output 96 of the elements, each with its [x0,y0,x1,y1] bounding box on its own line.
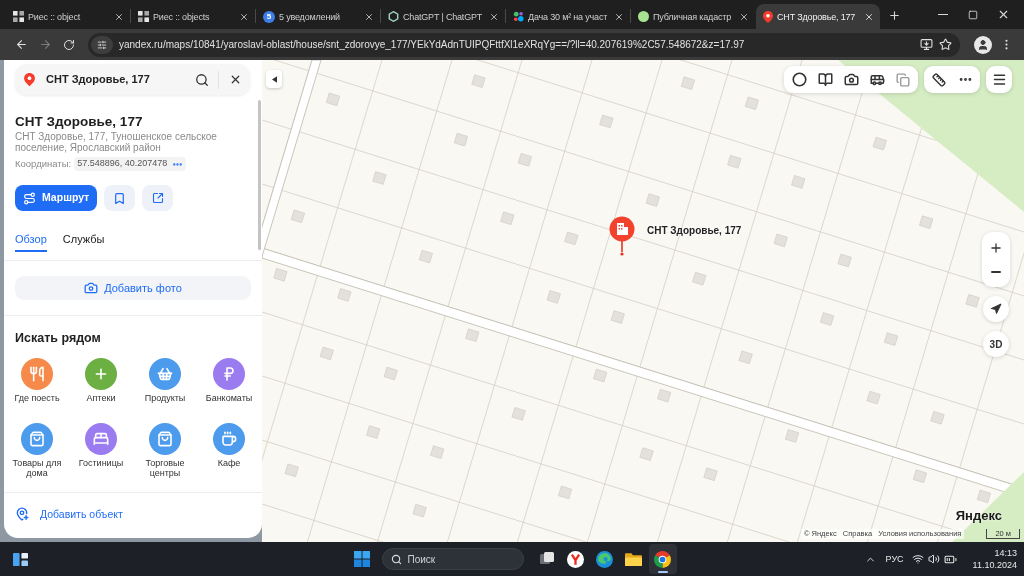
minus-icon [991,270,1001,273]
clock-date[interactable]: 11.10.2024 [972,559,1017,571]
search-input[interactable]: СНТ Здоровье, 177 [46,71,186,88]
caret-left-icon [271,75,277,83]
site-info-button[interactable] [91,35,113,54]
grid-icon [138,11,149,22]
nearby-heading: Искать рядом [15,330,102,346]
nearby-category-button[interactable]: Гостиницы [69,423,133,478]
install-icon[interactable] [920,38,933,51]
circle-icon [638,11,649,22]
dots-icon [513,11,524,22]
close-icon [364,11,374,22]
segmented-circle-icon [654,550,671,568]
close-icon [864,11,874,22]
map-pin-plus-icon [15,507,29,521]
map-pin-icon[interactable] [609,216,635,256]
nearby-category-button[interactable]: Где поесть [5,358,69,403]
nearby-category-button[interactable]: Аптеки [69,358,133,403]
open-book-icon [817,72,833,87]
browser-tab[interactable]: Риес :: object [6,4,130,29]
share-button[interactable] [142,185,174,211]
plus-icon [989,240,1003,255]
pin-label: СНТ Здоровье, 177 [647,224,742,237]
wifi-icon[interactable] [911,553,924,565]
close-icon [739,11,749,22]
camera-icon [843,72,859,87]
search-field[interactable]: СНТ Здоровье, 177 [15,64,250,95]
ruler-icon [932,72,946,87]
browser-tab[interactable]: 5 5 уведомлений [256,4,380,29]
star-icon[interactable] [939,38,952,51]
plus-icon [887,8,901,22]
folder-icon [625,551,642,567]
collapse-panel-button[interactable] [266,70,282,88]
hexagon-icon [388,11,399,22]
close-icon [114,11,124,22]
forward-arrow-icon [38,38,52,51]
camera-icon [84,281,99,295]
place-title: СНТ Здоровье, 177 [15,113,144,131]
coordinates-label: Координаты: [15,156,72,171]
notification-count-badge: 5 [263,10,275,23]
taskbar-search-button[interactable]: Поиск [381,548,524,570]
swirl-icon [596,550,613,568]
minimize-icon [938,14,948,15]
volume-icon[interactable] [927,553,940,565]
profile-button[interactable] [974,35,992,54]
sliders-icon [97,39,107,50]
browser-icon [567,550,584,568]
browser-tab[interactable]: Дача 30 м² на участ [506,4,630,29]
bus-icon [869,72,885,87]
person-icon [977,38,989,51]
taskbar-app-button[interactable] [648,544,677,574]
maximize-icon [968,9,978,20]
close-icon [239,11,249,22]
nearby-category-button[interactable]: Банкоматы [197,358,261,403]
overlapping-squares-icon [538,551,555,567]
browser-tab[interactable]: Публичная кадастр [631,4,755,29]
nearby-category-button[interactable]: Торговые центры [133,423,197,478]
share-icon [151,192,164,204]
nearby-category-button[interactable]: Товары для дома [5,423,69,478]
bookmark-icon [113,191,127,205]
clock-time[interactable]: 14:13 [994,547,1017,559]
panel-tab[interactable]: Службы [62,232,105,252]
map-logo: Яндекс [955,508,1002,523]
nearby-category-button[interactable]: Кафе [197,423,261,478]
route-icon [23,191,36,205]
menu-button[interactable] [986,66,1012,93]
add-object-link[interactable]: Добавить объект [15,507,123,521]
route-button[interactable]: Маршрут [15,185,98,211]
widgets-button[interactable] [11,550,29,568]
panel-tab[interactable]: Обзор [15,232,47,252]
map-pin-icon [763,10,773,23]
place-address: СНТ Здоровье, 177, Туношенское сельское поселение, Ярославский район [15,131,218,153]
widgets-icon [12,551,28,567]
browser-tab[interactable]: ChatGPT | ChatGPT [381,4,505,29]
close-icon [614,11,624,22]
language-indicator[interactable]: РУС [885,553,904,565]
browser-tab[interactable]: Риес :: objects [131,4,255,29]
back-arrow-icon [14,38,28,51]
menu-icon [991,72,1007,87]
close-icon [489,11,499,22]
bookmark-button[interactable] [104,185,136,211]
search-icon [390,553,402,565]
coordinates-chip[interactable]: 57.548896, 40.207478 [74,157,187,171]
grid-icon [13,11,24,22]
circle-icon [791,72,807,87]
search-icon [195,72,209,87]
nearby-category-button[interactable]: Продукты [133,358,197,403]
overlapping-squares-icon [896,72,910,87]
navigation-arrow-icon [990,303,1002,315]
four-squares-icon [353,551,370,567]
scrollbar[interactable] [258,100,261,250]
address-bar[interactable]: yandex.ru/maps/10841/yaroslavl-oblast/house/snt_zdorovye_177/YEkYdAdnTUIPQFttfXl1eXRqYg==/?ll=40.207619%2C57.548672&z=17.97 [88,32,960,57]
add-photo-button[interactable]: Добавить фото [15,276,251,300]
map-pin-icon [24,73,35,86]
reload-icon [63,38,75,51]
browser-tab[interactable]: СНТ Здоровье, 177 [756,4,880,29]
